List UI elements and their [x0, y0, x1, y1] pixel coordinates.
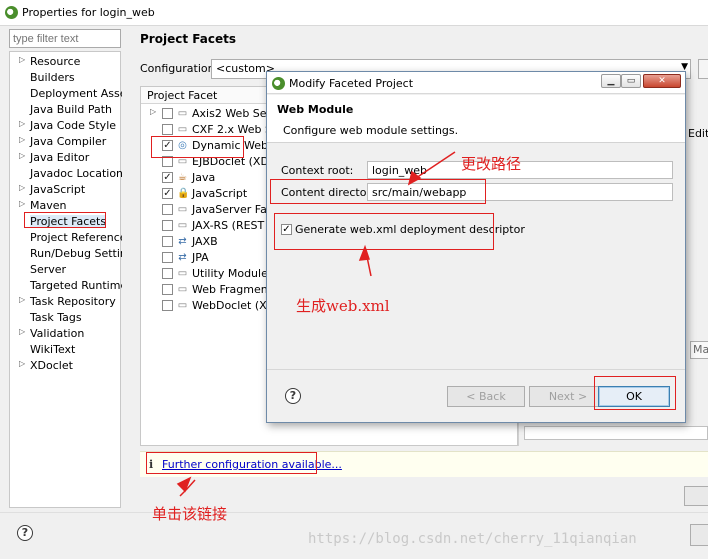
annotation-generate-xml: 生成web.xml	[296, 297, 390, 315]
change-path-arrowhead	[407, 170, 422, 186]
generate-arrowhead	[358, 244, 371, 261]
change-path-arrow	[412, 151, 456, 181]
annotation-change-path: 更改路径	[461, 155, 522, 173]
annotation-arrows	[176, 151, 456, 497]
annotation-click-link: 单击该链接	[152, 505, 228, 523]
click-link-arrowhead	[176, 476, 192, 493]
